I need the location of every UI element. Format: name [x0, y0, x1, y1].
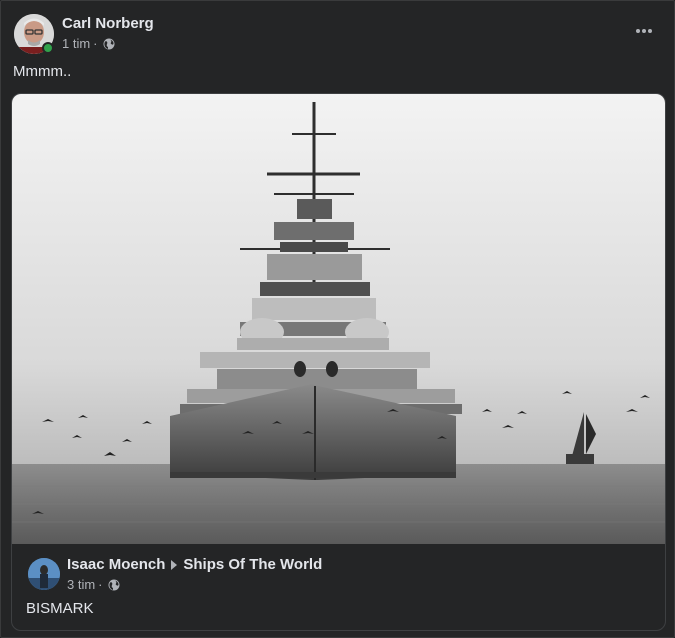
meta-separator: ·	[93, 36, 98, 51]
globe-icon[interactable]	[108, 579, 120, 591]
more-horizontal-icon	[636, 29, 652, 33]
battleship-photo[interactable]	[12, 94, 666, 544]
shared-author-avatar[interactable]	[28, 558, 60, 590]
group-name[interactable]: Ships Of The World	[183, 556, 322, 573]
post-author-name[interactable]: Carl Norberg	[62, 15, 154, 32]
shared-post-timestamp[interactable]: 3 tim	[67, 577, 95, 592]
post-timestamp[interactable]: 1 tim	[62, 36, 90, 51]
shared-post[interactable]: Isaac Moench Ships Of The World 3 tim · …	[11, 93, 666, 631]
shared-post-text: BISMARK	[26, 600, 94, 617]
caret-right-icon	[171, 559, 178, 570]
shared-post-meta: 3 tim ·	[67, 577, 120, 592]
post-meta: 1 tim ·	[62, 36, 115, 51]
globe-icon[interactable]	[103, 38, 115, 50]
online-status-indicator	[42, 42, 54, 54]
shared-post-header: Isaac Moench Ships Of The World 3 tim ·	[26, 556, 651, 592]
shared-author-name[interactable]: Isaac Moench	[67, 556, 165, 573]
meta-separator: ·	[98, 577, 103, 592]
post-header: Carl Norberg 1 tim ·	[13, 13, 662, 55]
shared-post-title: Isaac Moench Ships Of The World	[67, 556, 322, 573]
feed-post: Carl Norberg 1 tim · Mmmm.. Isaac Moench…	[0, 0, 675, 638]
more-options-button[interactable]	[626, 17, 662, 45]
post-text: Mmmm..	[13, 63, 72, 80]
